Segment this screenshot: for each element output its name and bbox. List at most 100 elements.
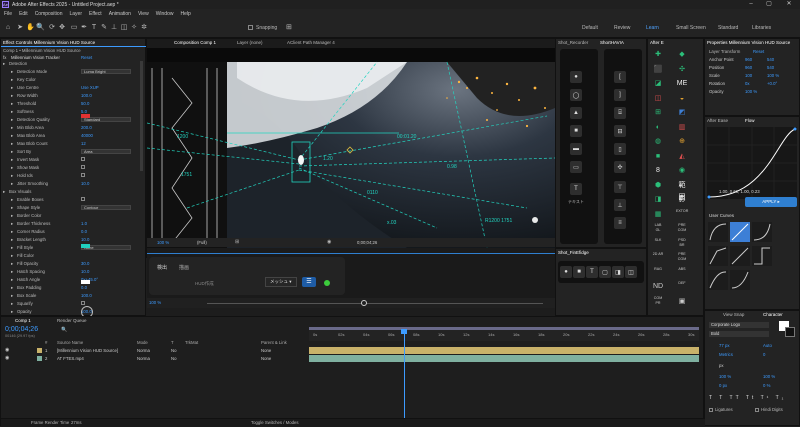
prop-row[interactable]: ▸ Box Padding 0.0 xyxy=(1,285,149,291)
workspace-1[interactable]: Review xyxy=(614,25,630,31)
layer-parent[interactable]: None xyxy=(261,348,271,353)
scrollbar[interactable] xyxy=(140,61,143,171)
mesh-button[interactable]: メッシュ ▾ xyxy=(265,277,297,287)
fx-icon-11[interactable]: ▥ xyxy=(676,122,688,134)
menu-item-2[interactable]: Composition xyxy=(35,11,63,17)
shot-record[interactable]: ◫ xyxy=(625,266,637,278)
hud-tab-draw[interactable]: 描画 xyxy=(179,264,189,271)
prop-value[interactable]: 30.0 xyxy=(81,261,89,266)
layer-name[interactable]: [Millennium Vision HUD Source] xyxy=(57,348,118,353)
menu-item-7[interactable]: Window xyxy=(156,11,174,17)
prop-checkbox[interactable] xyxy=(81,157,85,161)
prop-row[interactable]: ▸ Hatch Spacing 10.0 xyxy=(1,269,149,275)
prop-row[interactable]: ▸ Show Mask xyxy=(1,165,149,171)
rect-tool-icon[interactable]: ▭ xyxy=(70,24,78,32)
menu-item-1[interactable]: Edit xyxy=(19,11,28,17)
composition-viewer[interactable]: 1200 1751 0110 00:01.20 R1200 1751 0.98 … xyxy=(147,48,555,248)
prop-row[interactable]: ▸ Softness 5.0 xyxy=(1,109,149,115)
fx-icon-31[interactable]: ABS xyxy=(676,267,688,279)
draw-tab-2[interactable]: ShortHAVIA xyxy=(600,40,624,45)
fx-icon-9[interactable]: ◩ xyxy=(676,107,688,119)
shot-tab[interactable]: Shot_FinEfidge xyxy=(558,250,589,255)
prop-row[interactable]: ▸ Fill Opacity 30.0 xyxy=(1,261,149,267)
selection-tool-icon[interactable]: ➤ xyxy=(16,24,24,32)
hscale-field[interactable]: 100 % xyxy=(763,374,775,379)
xform-v1[interactable]: 960 xyxy=(745,65,752,70)
twirl-icon[interactable]: ▸ xyxy=(11,309,13,315)
fx-icon-33[interactable]: DEF xyxy=(676,281,688,293)
fx-icon-3[interactable]: ✣ xyxy=(676,64,688,76)
workspace-0[interactable]: Default xyxy=(582,25,598,31)
shot-circle[interactable]: ● xyxy=(560,266,572,278)
prop-row[interactable]: ▸ Box Scale 100.0 xyxy=(1,293,149,299)
shape-button-3[interactable]: ■ xyxy=(570,125,582,137)
close-button[interactable]: ✕ xyxy=(782,0,796,9)
twirl-icon[interactable]: ▸ xyxy=(11,141,13,147)
fx-icon-7[interactable]: ◒ xyxy=(676,93,688,105)
shot-text[interactable]: T xyxy=(586,266,598,278)
type-tool-icon[interactable]: T xyxy=(90,24,98,32)
flow-tab-1[interactable]: After Ease xyxy=(707,118,728,123)
vscale-field[interactable]: 100 % xyxy=(719,374,731,379)
eye-icon[interactable]: ◉ xyxy=(5,347,9,353)
key-color-swatch[interactable] xyxy=(81,114,90,118)
puppet-tool-icon[interactable]: ✲ xyxy=(140,24,148,32)
font-style-dropdown[interactable]: Bold xyxy=(709,331,769,337)
prop-value[interactable]: 40000 xyxy=(81,133,93,138)
pan-behind-icon[interactable]: ✥ xyxy=(58,24,66,32)
prop-row[interactable]: ▸Fill StyleNone xyxy=(1,245,149,251)
twirl-icon[interactable]: ▸ xyxy=(11,93,13,99)
fx-icon-0[interactable]: ✚ xyxy=(652,49,664,61)
workspace-2[interactable]: Learn xyxy=(646,25,659,31)
twirl-icon[interactable]: ▸ xyxy=(11,149,13,155)
fx-icon-16[interactable]: 8 xyxy=(652,165,664,177)
text-box-icon[interactable]: ⊥ xyxy=(614,199,626,211)
prop-value[interactable]: 1.0 xyxy=(81,221,87,226)
prop-row[interactable]: ▸ Use Centre Use XUP xyxy=(1,85,149,91)
snapping-checkbox[interactable] xyxy=(248,25,253,30)
prop-row[interactable]: ▸ Corner Radius 0.0 xyxy=(1,229,149,235)
text-shape-button[interactable]: T xyxy=(570,183,582,195)
timeline-layer-row[interactable]: ◉ 2 AT FTES.mp4 Norma No None xyxy=(1,355,309,363)
orbit-tool-icon[interactable]: ⟳ xyxy=(48,24,56,32)
prop-value[interactable]: 10.0 xyxy=(81,237,89,242)
fx-icon-5[interactable]: ME xyxy=(676,78,688,90)
xform-v1[interactable]: 0x xyxy=(745,81,750,86)
hud-create-input[interactable]: HUD作成 xyxy=(195,281,214,287)
prop-value[interactable]: 100.0 xyxy=(81,293,92,298)
font-size-field[interactable]: 77 px xyxy=(719,343,730,348)
xform-v2[interactable]: 100 % xyxy=(767,73,779,78)
font-family-dropdown[interactable]: Corporate Logo xyxy=(709,322,769,328)
border-color-swatch[interactable] xyxy=(81,244,90,248)
twirl-icon[interactable]: ▸ xyxy=(3,61,5,67)
xform-v1[interactable]: 100 xyxy=(745,73,752,78)
tracking-field[interactable]: 0 xyxy=(763,352,765,357)
layer-mode[interactable]: Norma xyxy=(137,348,150,353)
fx-icon-34[interactable]: COM PR xyxy=(652,296,664,308)
view-snap-tab[interactable]: View Snap xyxy=(723,312,744,317)
prop-checkbox[interactable] xyxy=(81,197,85,201)
twirl-icon[interactable]: ▸ xyxy=(11,101,13,107)
timeline-layer-row[interactable]: ◉ 1 [Millennium Vision HUD Source] Norma No N… xyxy=(1,347,309,355)
workspace-5[interactable]: Libraries xyxy=(752,25,771,31)
prop-row[interactable]: ▸ Shape Style Contour xyxy=(1,205,149,211)
label-color-icon[interactable] xyxy=(37,356,42,361)
fx-icon-17[interactable]: ◉ xyxy=(676,165,688,177)
fx-icon-13[interactable]: ⊕ xyxy=(676,136,688,148)
prop-row[interactable]: ▸ Border Color xyxy=(1,213,149,219)
layer-parent[interactable]: None xyxy=(261,356,271,361)
fx-icon-8[interactable]: ⊞ xyxy=(652,107,664,119)
hindi-checkbox[interactable] xyxy=(755,408,759,412)
layer-mode[interactable]: Norma xyxy=(137,356,150,361)
fx-icon-35[interactable]: ▣ xyxy=(676,296,688,308)
prop-row[interactable]: ▸ Fill Color xyxy=(1,253,149,259)
twirl-icon[interactable]: ▸ xyxy=(11,125,13,131)
work-area-bar[interactable] xyxy=(309,327,699,330)
text-style-buttons[interactable]: T T TT Tt T¹ T₁ xyxy=(709,395,786,401)
resolution-dropdown[interactable]: (Full) xyxy=(197,240,207,245)
hud-tab-detect[interactable]: 検出 xyxy=(157,264,167,271)
stroke-swatch[interactable] xyxy=(785,327,795,337)
fx-icon-32[interactable]: ND xyxy=(652,281,664,293)
menu-item-0[interactable]: File xyxy=(4,11,12,17)
twirl-icon[interactable]: ▸ xyxy=(11,197,13,203)
